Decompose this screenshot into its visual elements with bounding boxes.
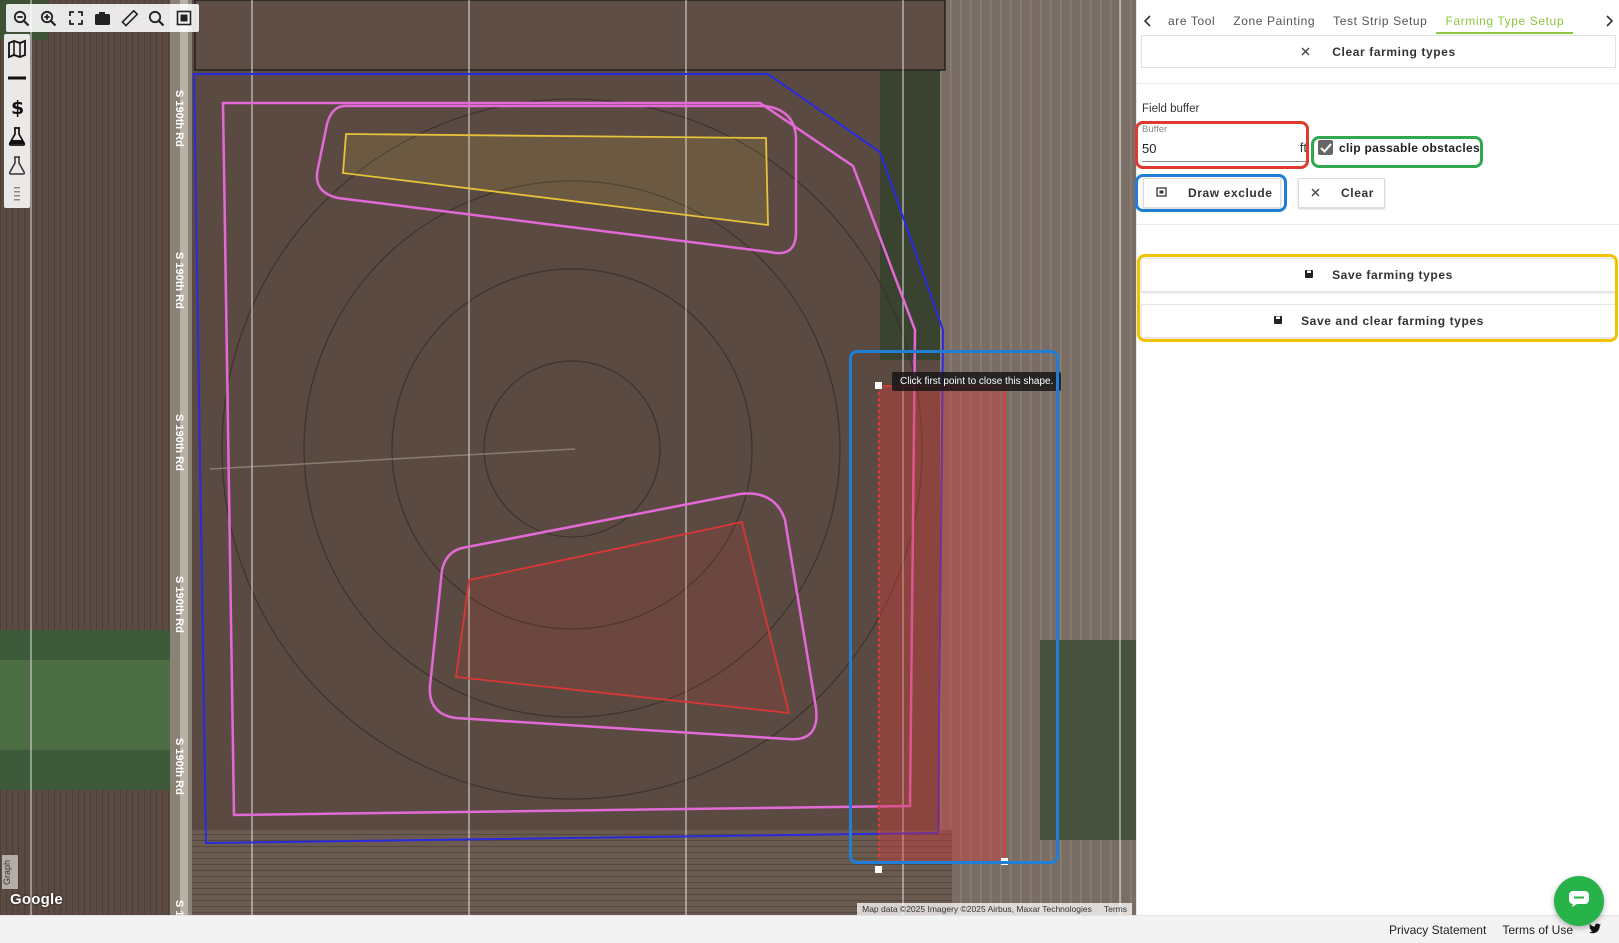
svg-text:$: $ — [11, 97, 24, 117]
flask-outline-icon[interactable] — [4, 150, 30, 179]
checkbox-checked-icon — [1318, 140, 1333, 155]
save-and-clear-farming-types-label: Save and clear farming types — [1301, 314, 1484, 328]
clear-button[interactable]: Clear — [1298, 178, 1385, 208]
google-logo: Google — [10, 891, 63, 908]
right-panel: are Tool Zone Painting Test Strip Setup … — [1135, 0, 1619, 915]
tab-scroll-right-button[interactable] — [1598, 8, 1619, 34]
tab-zone-painting[interactable]: Zone Painting — [1224, 8, 1324, 34]
clear-farming-types-button[interactable]: Clear farming types — [1141, 35, 1616, 68]
tab-strip: are Tool Zone Painting Test Strip Setup … — [1159, 8, 1598, 34]
tab-scroll-left-button[interactable] — [1137, 8, 1159, 34]
clear-label: Clear — [1341, 186, 1375, 200]
chat-icon — [1568, 890, 1590, 913]
road-label: S 190th Rd — [173, 414, 185, 471]
map-canvas[interactable]: S 190th Rd S 190th Rd S 190th Rd S 190th… — [0, 0, 1136, 915]
draw-tooltip: Click first point to close this shape. — [892, 372, 1062, 391]
draw-exclude-button[interactable]: Draw exclude — [1143, 178, 1281, 208]
satellite-imagery: S 190th Rd S 190th Rd S 190th Rd S 190th… — [0, 0, 1136, 915]
footer-links: Privacy Statement Terms of Use — [1389, 923, 1601, 937]
map-attribution: Map data ©2025 Imagery ©2025 Airbus, Max… — [857, 903, 1132, 915]
close-icon — [1311, 186, 1320, 200]
tab-prescription-tool[interactable]: are Tool — [1159, 8, 1224, 34]
clip-passable-obstacles-checkbox[interactable]: clip passable obstacles — [1318, 140, 1480, 155]
search-icon[interactable] — [145, 7, 168, 29]
buffer-input[interactable] — [1142, 138, 1282, 158]
map-toolbar — [6, 4, 199, 32]
save-icon — [1273, 314, 1283, 328]
buffer-field[interactable]: Buffer ft — [1142, 124, 1309, 162]
tab-test-strip-setup[interactable]: Test Strip Setup — [1324, 8, 1436, 34]
save-and-clear-farming-types-button[interactable]: Save and clear farming types — [1141, 304, 1616, 338]
road-label: S 190th Rd — [173, 900, 185, 915]
camera-icon[interactable] — [91, 7, 114, 29]
close-icon — [1301, 45, 1310, 59]
drag-handle-icon[interactable] — [4, 179, 30, 208]
save-farming-types-button[interactable]: Save farming types — [1141, 258, 1616, 292]
road-label: S 190th Rd — [173, 252, 185, 309]
privacy-statement-link[interactable]: Privacy Statement — [1389, 923, 1486, 937]
buffer-unit: ft — [1299, 140, 1307, 155]
zoom-in-icon[interactable] — [37, 7, 60, 29]
footer: Privacy Statement Terms of Use — [0, 915, 1619, 943]
graph-tab[interactable]: Graph — [2, 855, 18, 889]
terms-of-use-link[interactable]: Terms of Use — [1502, 923, 1573, 937]
clear-farming-types-label: Clear farming types — [1332, 44, 1456, 59]
layers-icon[interactable] — [172, 7, 195, 29]
divider — [1137, 224, 1619, 225]
buffer-field-label: Buffer — [1142, 124, 1168, 135]
field-buffer-heading: Field buffer — [1142, 103, 1200, 115]
map-icon[interactable] — [4, 34, 30, 63]
fit-extent-icon[interactable] — [64, 7, 87, 29]
zoom-out-icon[interactable] — [10, 7, 33, 29]
clip-passable-obstacles-label: clip passable obstacles — [1339, 140, 1480, 155]
save-icon — [1304, 268, 1314, 282]
twitter-icon[interactable] — [1589, 923, 1601, 937]
road-label: S 190th Rd — [173, 738, 185, 795]
line-icon[interactable] — [4, 63, 30, 92]
terms-link[interactable]: Terms — [1104, 904, 1127, 914]
road-label: S 190th Rd — [173, 576, 185, 633]
flask-icon[interactable] — [4, 121, 30, 150]
divider — [1137, 83, 1619, 84]
road-label: S 190th Rd — [173, 90, 185, 147]
map-side-toolbar: $ — [4, 34, 30, 208]
ruler-icon[interactable] — [118, 7, 141, 29]
draw-exclude-label: Draw exclude — [1188, 186, 1273, 200]
tab-farming-type-setup[interactable]: Farming Type Setup — [1436, 8, 1574, 34]
attribution-text: Map data ©2025 Imagery ©2025 Airbus, Max… — [862, 904, 1092, 914]
dollar-icon[interactable]: $ — [4, 92, 30, 121]
tab-bar: are Tool Zone Painting Test Strip Setup … — [1137, 8, 1619, 34]
chat-button[interactable] — [1554, 876, 1604, 926]
draw-shape-icon — [1156, 186, 1167, 200]
save-farming-types-label: Save farming types — [1332, 268, 1453, 282]
